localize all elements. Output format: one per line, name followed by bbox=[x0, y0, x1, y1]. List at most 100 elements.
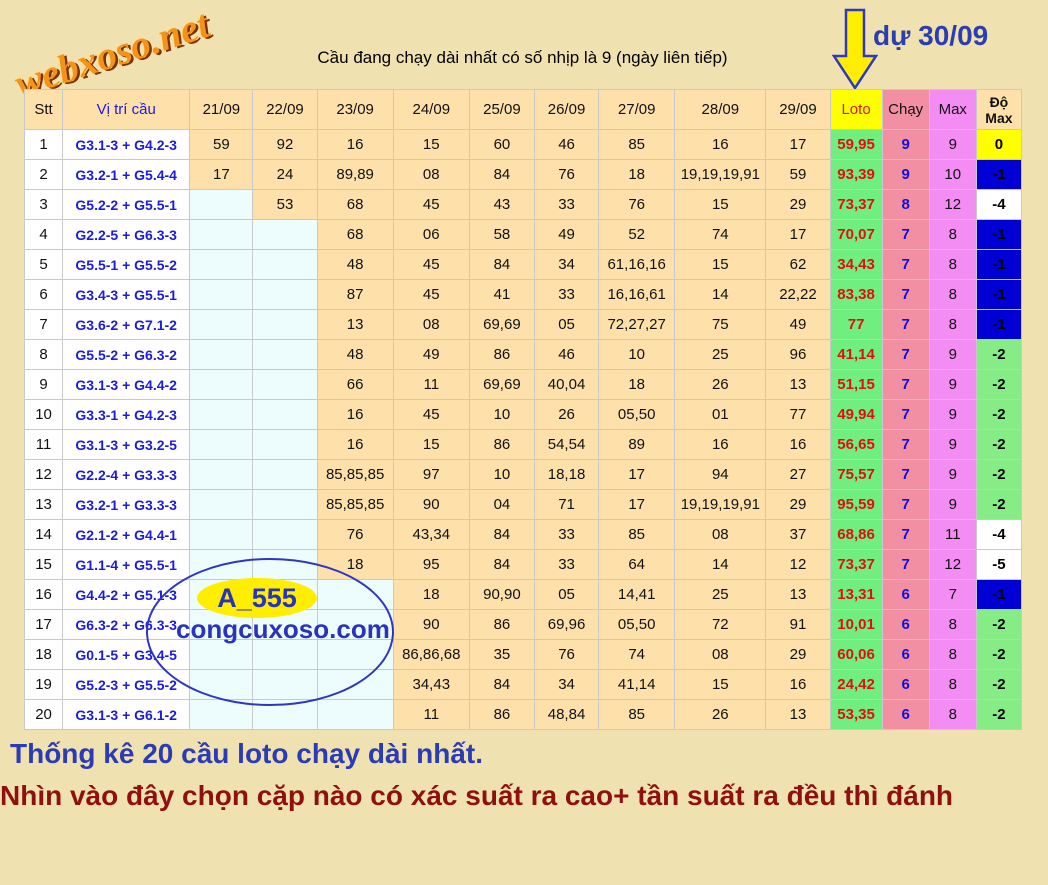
row-chay: 6 bbox=[881, 669, 930, 700]
day-cell: 05 bbox=[533, 579, 600, 610]
row-do-max: -1 bbox=[975, 249, 1023, 280]
row-chay: 7 bbox=[881, 219, 930, 250]
day-cell: 13 bbox=[765, 699, 831, 730]
row-do-max: -2 bbox=[975, 669, 1023, 700]
day-cell: 27 bbox=[765, 459, 831, 490]
day-cell: 69,69 bbox=[468, 369, 535, 400]
day-cell: 89 bbox=[598, 429, 676, 460]
table-row: 11 G3.1-3 + G3.2-5 16 15 86 54,54 89 16 16 56,65 7… bbox=[23, 429, 1023, 460]
row-position: G3.1-3 + G4.4-2 bbox=[62, 369, 191, 400]
row-chay: 6 bbox=[881, 609, 930, 640]
day-cell: 91 bbox=[765, 609, 831, 640]
day-cell: 69,96 bbox=[533, 609, 600, 640]
day-cell: 85 bbox=[598, 519, 676, 550]
day-cell: 97 bbox=[392, 459, 470, 490]
header-loto: Loto bbox=[829, 89, 883, 130]
row-position: G3.1-3 + G3.2-5 bbox=[62, 429, 191, 460]
day-cell: 49 bbox=[765, 309, 831, 340]
row-max: 8 bbox=[928, 669, 977, 700]
watermark-site: congcuxoso.com bbox=[176, 614, 390, 644]
row-loto: 24,42 bbox=[829, 669, 883, 700]
row-do-max: 0 bbox=[975, 129, 1023, 160]
page-title: Cầu đang chạy dài nhất có số nhịp là 9 (… bbox=[317, 48, 728, 67]
row-loto: 73,37 bbox=[829, 189, 883, 220]
row-max: 10 bbox=[928, 159, 977, 190]
day-cell: 16 bbox=[316, 129, 394, 160]
day-cell: 49 bbox=[533, 219, 600, 250]
table-row: 12 G2.2-4 + G3.3-3 85,85,85 97 10 18,18 17 94 27… bbox=[23, 459, 1023, 490]
row-stt: 2 bbox=[23, 159, 64, 190]
day-cell: 33 bbox=[533, 519, 600, 550]
table-row: 4 G2.2-5 + G6.3-3 68 06 58 49 52 74 17 70,07 7 8 -1 bbox=[23, 219, 1023, 250]
row-position: G3.6-2 + G7.1-2 bbox=[62, 309, 191, 340]
day-cell: 15 bbox=[674, 669, 767, 700]
day-cell: 96 bbox=[765, 339, 831, 370]
row-chay: 7 bbox=[881, 279, 930, 310]
day-cell: 84 bbox=[468, 519, 535, 550]
day-cell: 26 bbox=[533, 399, 600, 430]
day-cell: 48 bbox=[316, 249, 394, 280]
day-cell: 84 bbox=[468, 549, 535, 580]
row-max: 8 bbox=[928, 699, 977, 730]
day-cell bbox=[189, 519, 254, 550]
row-loto: 53,35 bbox=[829, 699, 883, 730]
row-loto: 60,06 bbox=[829, 639, 883, 670]
day-cell: 24 bbox=[252, 159, 318, 190]
day-cell: 33 bbox=[533, 549, 600, 580]
row-position: G3.4-3 + G5.5-1 bbox=[62, 279, 191, 310]
row-stt: 9 bbox=[23, 369, 64, 400]
row-stt: 16 bbox=[23, 579, 64, 610]
row-max: 8 bbox=[928, 249, 977, 280]
day-cell: 10 bbox=[468, 459, 535, 490]
row-do-max: -2 bbox=[975, 399, 1023, 430]
day-cell: 34,43 bbox=[392, 669, 470, 700]
table-row: 2 G3.2-1 + G5.4-4 17 24 89,89 08 84 76 18 19,19,1… bbox=[23, 159, 1023, 190]
row-chay: 7 bbox=[881, 339, 930, 370]
day-cell: 76 bbox=[533, 159, 600, 190]
day-cell: 14,41 bbox=[598, 579, 676, 610]
day-cell: 14 bbox=[674, 279, 767, 310]
day-cell: 86 bbox=[468, 699, 535, 730]
day-cell: 53 bbox=[252, 189, 318, 220]
header-stt: Stt bbox=[23, 89, 64, 130]
row-chay: 9 bbox=[881, 159, 930, 190]
day-cell bbox=[252, 399, 318, 430]
day-cell: 16 bbox=[316, 399, 394, 430]
day-cell: 54,54 bbox=[533, 429, 600, 460]
day-cell: 12 bbox=[765, 549, 831, 580]
row-position: G5.2-2 + G5.5-1 bbox=[62, 189, 191, 220]
day-cell: 05,50 bbox=[598, 399, 676, 430]
day-cell: 71 bbox=[533, 489, 600, 520]
row-stt: 10 bbox=[23, 399, 64, 430]
day-cell: 75 bbox=[674, 309, 767, 340]
header-position: Vị trí cầu bbox=[62, 89, 191, 130]
day-cell: 34 bbox=[533, 249, 600, 280]
watermark-tag: A_555 bbox=[197, 578, 317, 618]
day-cell: 15 bbox=[674, 249, 767, 280]
row-max: 8 bbox=[928, 309, 977, 340]
day-cell bbox=[252, 459, 318, 490]
day-cell: 16,16,61 bbox=[598, 279, 676, 310]
row-stt: 14 bbox=[23, 519, 64, 550]
day-cell: 90 bbox=[392, 609, 470, 640]
day-cell: 64 bbox=[598, 549, 676, 580]
day-cell: 45 bbox=[392, 249, 470, 280]
day-cell: 17 bbox=[189, 159, 254, 190]
day-cell bbox=[252, 249, 318, 280]
day-cell: 35 bbox=[468, 639, 535, 670]
row-max: 9 bbox=[928, 369, 977, 400]
day-cell: 04 bbox=[468, 489, 535, 520]
day-cell: 16 bbox=[765, 669, 831, 700]
row-chay: 7 bbox=[881, 429, 930, 460]
row-position: G3.1-3 + G4.2-3 bbox=[62, 129, 191, 160]
table-row: 10 G3.3-1 + G4.2-3 16 45 10 26 05,50 01 77 49,94 7… bbox=[23, 399, 1023, 430]
header-chay: Chạy bbox=[881, 89, 930, 130]
row-position: G3.1-3 + G6.1-2 bbox=[62, 699, 191, 730]
row-loto: 10,01 bbox=[829, 609, 883, 640]
row-stt: 5 bbox=[23, 249, 64, 280]
day-cell: 52 bbox=[598, 219, 676, 250]
row-chay: 7 bbox=[881, 309, 930, 340]
row-max: 11 bbox=[928, 519, 977, 550]
day-cell bbox=[252, 429, 318, 460]
row-chay: 6 bbox=[881, 699, 930, 730]
